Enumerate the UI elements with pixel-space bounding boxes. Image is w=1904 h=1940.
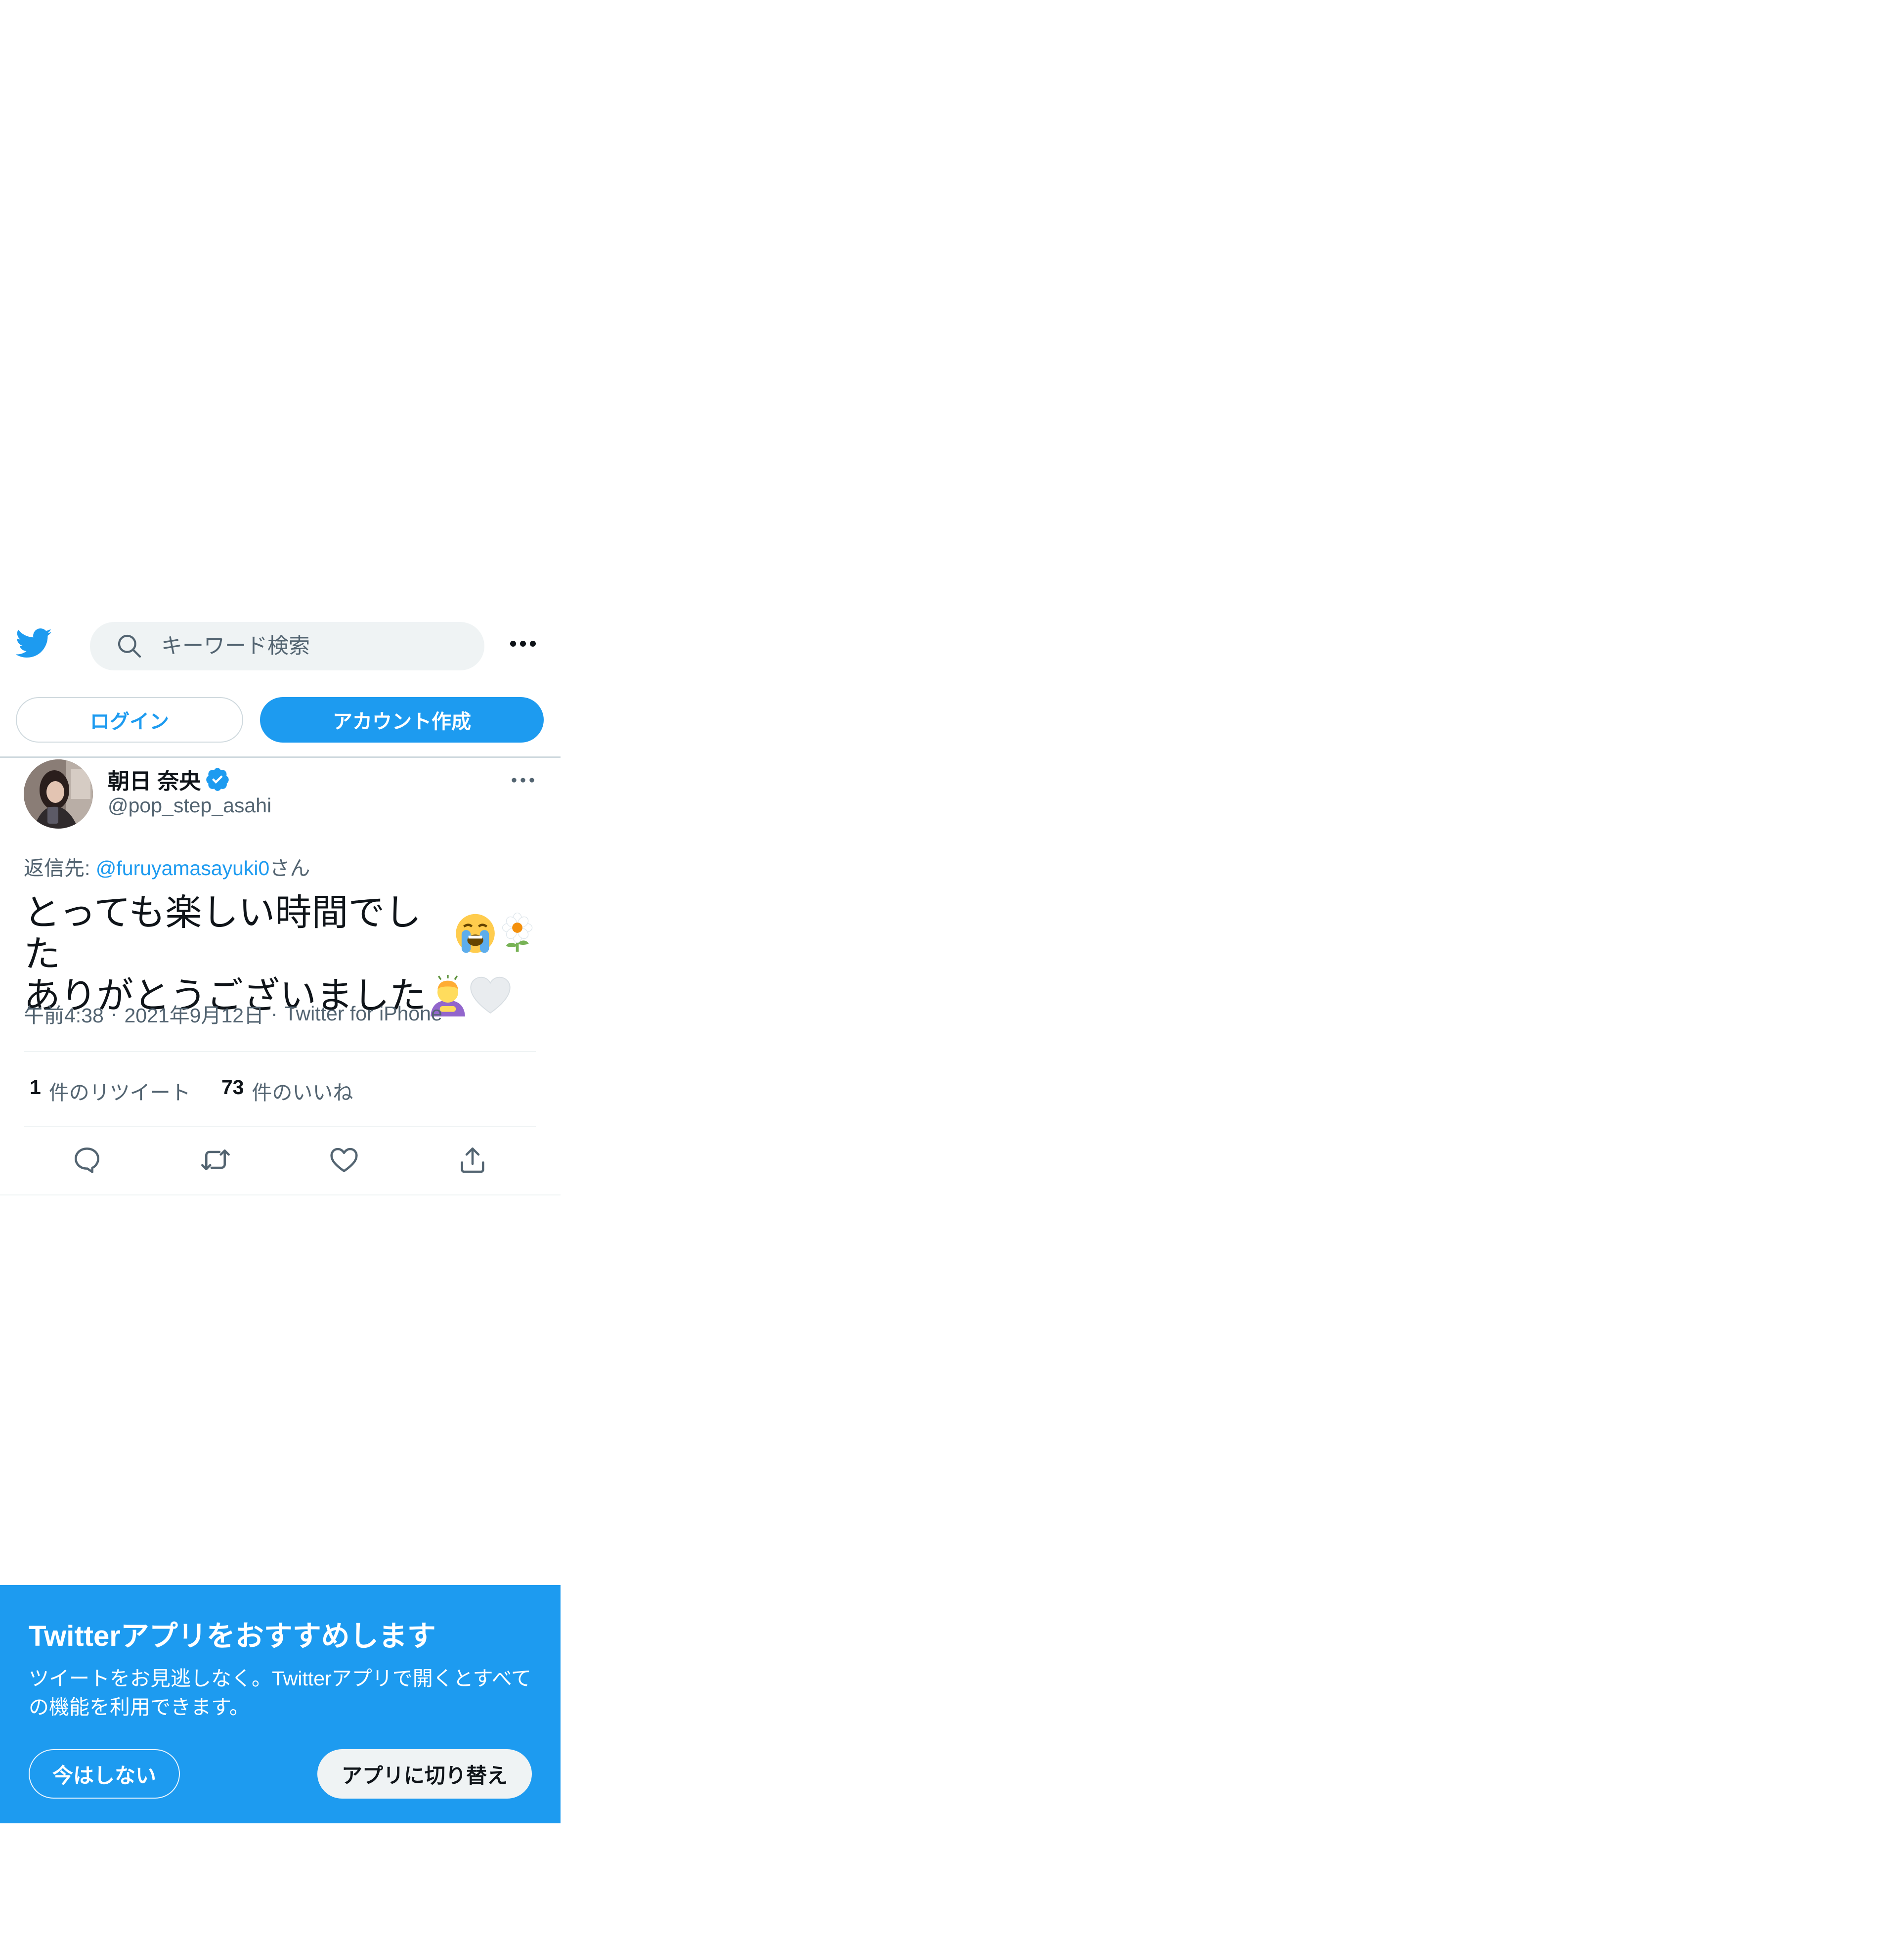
tweet-date[interactable]: 2021年9月12日 xyxy=(124,999,264,1028)
tweet-meta: 午前4:38 · 2021年9月12日 · Twitter for iPhone xyxy=(24,999,442,1028)
like-count: 73 xyxy=(221,1076,244,1099)
divider xyxy=(0,1194,561,1195)
meta-separator: · xyxy=(110,1002,118,1025)
login-button[interactable]: ログイン xyxy=(16,697,243,743)
reply-prefix: 返信先: xyxy=(24,857,96,880)
loudly-crying-face-emoji xyxy=(455,914,495,953)
avatar-photo xyxy=(24,759,93,829)
tweet-text: とっても楽しい時間でした ありがとうございました xyxy=(24,892,538,1016)
signup-button[interactable]: アカウント作成 xyxy=(260,697,544,743)
divider xyxy=(24,1126,536,1127)
tweet-source[interactable]: Twitter for iPhone xyxy=(285,1002,442,1025)
header-divider xyxy=(0,756,561,758)
switch-to-app-button[interactable]: アプリに切り替え xyxy=(317,1749,532,1799)
reply-icon[interactable] xyxy=(71,1144,103,1176)
avatar[interactable] xyxy=(24,759,93,829)
banner-title: Twitterアプリをおすすめします xyxy=(29,1620,436,1652)
retweet-icon[interactable] xyxy=(200,1144,231,1176)
app-promo-banner: Twitterアプリをおすすめします ツイートをお見逃しなく。Twitterアプ… xyxy=(0,1585,561,1823)
reply-mention-link[interactable]: @furuyamasayuki0 xyxy=(96,857,270,880)
tweet-stats: 1 件のリツイート 73 件のいいね xyxy=(30,1076,384,1105)
tweet-more-icon[interactable] xyxy=(509,771,537,789)
search-icon xyxy=(118,634,141,658)
retweet-count: 1 xyxy=(30,1076,41,1099)
not-now-button[interactable]: 今はしない xyxy=(29,1749,180,1799)
banner-description: ツイートをお見逃しなく。Twitterアプリで開くとすべての機能を利用できます。 xyxy=(29,1667,531,1719)
reply-suffix: さん xyxy=(269,857,310,880)
more-horizontal-icon[interactable] xyxy=(508,634,538,654)
tweet-text-line1: とっても楽しい時間でした xyxy=(24,891,422,975)
like-label: 件のいいね xyxy=(252,1081,353,1104)
divider xyxy=(24,1051,536,1052)
like-icon[interactable] xyxy=(328,1144,360,1176)
display-name[interactable]: 朝日 奈央 xyxy=(108,763,201,795)
meta-separator: · xyxy=(271,1002,278,1025)
retweet-label: 件のリツイート xyxy=(48,1081,191,1104)
search-box[interactable] xyxy=(90,622,484,670)
display-name-row[interactable]: 朝日 奈央 xyxy=(108,763,230,795)
reply-context: 返信先: @furuyamasayuki0さん xyxy=(24,851,310,881)
tweet-time[interactable]: 午前4:38 xyxy=(24,999,104,1028)
retweet-count-stat[interactable]: 1 件のリツイート xyxy=(30,1076,191,1105)
user-handle[interactable]: @pop_step_asahi xyxy=(108,794,271,817)
tweet-text-line: とっても楽しい時間でした xyxy=(24,892,538,975)
like-count-stat[interactable]: 73 件のいいね xyxy=(221,1076,353,1105)
twitter-bird-icon[interactable] xyxy=(16,625,52,661)
white-heart-emoji xyxy=(470,976,511,1014)
share-icon[interactable] xyxy=(457,1144,488,1176)
search-input[interactable] xyxy=(160,633,439,659)
blossom-flower-emoji xyxy=(502,913,533,952)
verified-badge-icon xyxy=(206,768,229,791)
